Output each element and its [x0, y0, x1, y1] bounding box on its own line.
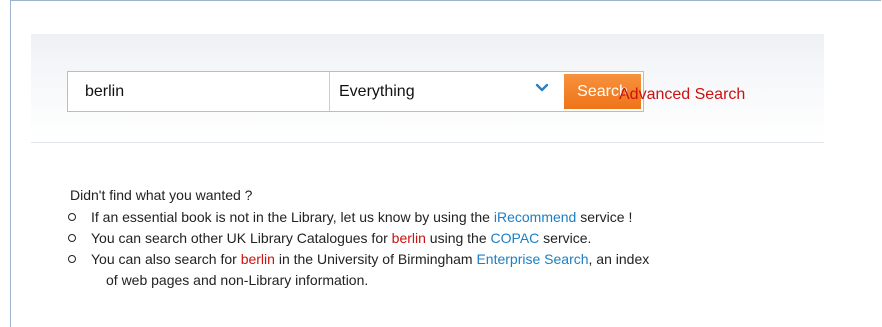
suggestion-text: service !: [576, 209, 633, 225]
suggestion-text: You can also search for: [91, 251, 241, 267]
list-item: If an essential book is not in the Libra…: [58, 207, 878, 228]
advanced-search-link[interactable]: Advanced Search: [619, 86, 745, 104]
suggestion-text: service.: [539, 230, 592, 246]
bullet-icon: [68, 255, 76, 263]
suggestions-heading: Didn't find what you wanted ?: [70, 187, 253, 203]
suggestion-text: in the University of Birmingham: [274, 251, 477, 267]
scope-select[interactable]: Everything: [330, 72, 564, 111]
search-bar: Everything Search: [67, 71, 644, 112]
chevron-down-icon: [535, 83, 549, 92]
suggestion-text: , an index: [588, 251, 650, 267]
suggestion-continuation: of web pages and non-Library information…: [106, 272, 369, 288]
search-term: berlin: [240, 251, 275, 267]
copac-link[interactable]: COPAC: [491, 230, 540, 246]
bullet-icon: [68, 213, 76, 221]
suggestion-text: using the: [425, 230, 491, 246]
suggestion-text: You can search other UK Library Catalogu…: [91, 230, 392, 246]
suggestions-box: Didn't find what you wanted ? If an esse…: [58, 185, 878, 291]
suggestions-list: If an essential book is not in the Libra…: [58, 207, 878, 291]
enterprise-search-link[interactable]: Enterprise Search: [476, 251, 588, 267]
list-item: You can also search for berlin in the Un…: [58, 249, 878, 291]
suggestion-text: If an essential book is not in the Libra…: [91, 209, 494, 225]
search-input[interactable]: [68, 72, 330, 111]
search-term: berlin: [391, 230, 426, 246]
list-item: You can search other UK Library Catalogu…: [58, 228, 878, 249]
bullet-icon: [68, 234, 76, 242]
scope-select-value: Everything: [339, 82, 415, 100]
irecommend-link[interactable]: iRecommend: [494, 209, 576, 225]
